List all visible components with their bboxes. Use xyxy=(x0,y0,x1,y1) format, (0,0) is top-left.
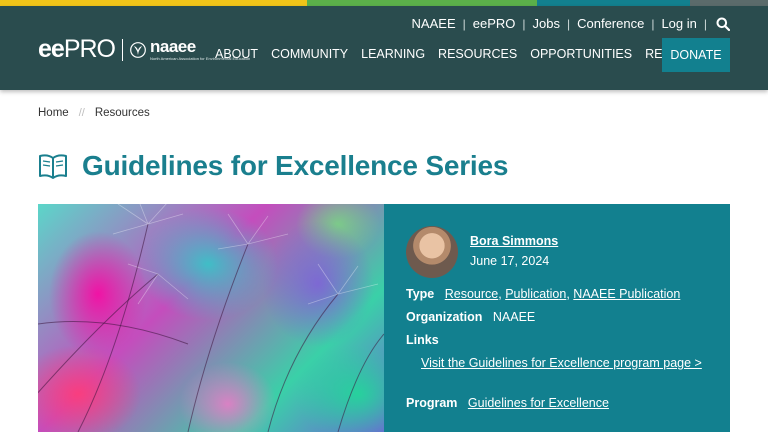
util-nav-jobs[interactable]: Jobs xyxy=(526,16,567,31)
type-label: Type xyxy=(406,287,435,301)
organization-value: NAAEE xyxy=(492,310,536,324)
program-page-link[interactable]: Visit the Guidelines for Excellence prog… xyxy=(421,353,711,373)
organization-label: Organization xyxy=(406,310,483,324)
breadcrumb: Home // Resources xyxy=(38,107,150,119)
donate-button[interactable]: DONATE xyxy=(662,38,730,72)
book-icon xyxy=(39,154,67,179)
dandelion-seeds-illustration xyxy=(38,204,384,432)
links-row: Links xyxy=(406,333,446,347)
program-row: Program Guidelines for Excellence xyxy=(406,396,609,410)
page-title-row: Guidelines for Excellence Series xyxy=(38,150,508,182)
organization-row: Organization NAAEE xyxy=(406,310,535,324)
publish-date: June 17, 2024 xyxy=(470,254,550,268)
resource-info-panel: Bora Simmons June 17, 2024 Type Resource… xyxy=(384,204,730,432)
naaee-leaf-icon xyxy=(130,41,146,58)
logo-divider xyxy=(122,38,123,61)
search-icon[interactable] xyxy=(716,17,731,31)
hero-image xyxy=(38,204,384,432)
nav-opportunities[interactable]: OPPORTUNITIES xyxy=(530,47,632,61)
breadcrumb-resources[interactable]: Resources xyxy=(95,107,150,119)
author-avatar[interactable] xyxy=(406,226,458,278)
author-name-link[interactable]: Bora Simmons xyxy=(470,234,558,248)
site-header: ee PRO naaee North American Association f… xyxy=(0,6,768,90)
util-nav-naaee[interactable]: NAAEE xyxy=(405,16,463,31)
utility-nav: NAAEE | eePRO | Jobs | Conference | Log … xyxy=(405,16,731,31)
type-link-publication[interactable]: Publication xyxy=(505,287,566,301)
type-link-naaee-publication[interactable]: NAAEE Publication xyxy=(573,287,680,301)
main-nav: ABOUT COMMUNITY LEARNING RESOURCES OPPOR… xyxy=(215,47,728,61)
util-nav-separator: | xyxy=(703,16,707,31)
util-nav-eepro[interactable]: eePRO xyxy=(466,16,523,31)
type-row: Type Resource, Publication, NAAEE Public… xyxy=(406,287,681,301)
logo-pro: PRO xyxy=(63,35,116,63)
page-title: Guidelines for Excellence Series xyxy=(82,150,509,181)
nav-community[interactable]: COMMUNITY xyxy=(271,47,348,61)
program-label: Program xyxy=(406,396,458,410)
util-nav-login[interactable]: Log in xyxy=(654,16,703,31)
nav-resources[interactable]: RESOURCES xyxy=(438,47,517,61)
breadcrumb-separator: // xyxy=(78,107,85,119)
logo-ee: ee xyxy=(38,35,65,63)
breadcrumb-home[interactable]: Home xyxy=(38,107,69,119)
program-link[interactable]: Guidelines for Excellence xyxy=(468,396,609,410)
util-nav-conference[interactable]: Conference xyxy=(570,16,651,31)
type-link-resource[interactable]: Resource xyxy=(445,287,499,301)
links-label: Links xyxy=(406,333,439,347)
nav-about[interactable]: ABOUT xyxy=(215,47,258,61)
nav-learning[interactable]: LEARNING xyxy=(361,47,425,61)
